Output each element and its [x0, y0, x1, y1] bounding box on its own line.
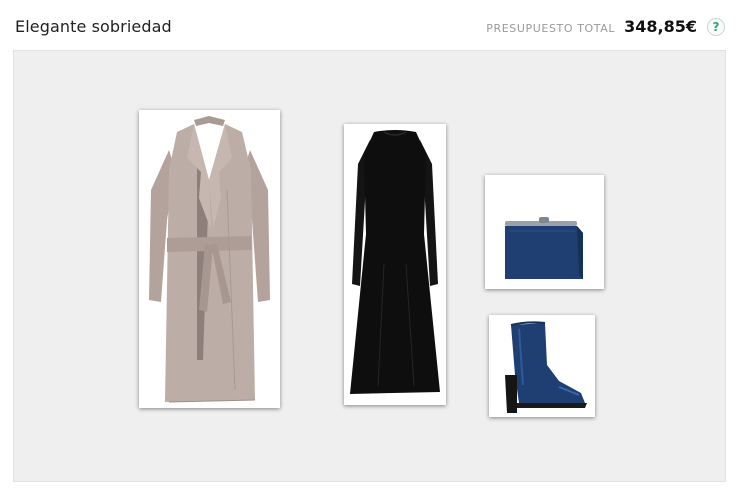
outfit-page: Elegante sobriedad PRESUPUESTO TOTAL 348…	[0, 0, 740, 500]
coat-image	[139, 110, 280, 408]
outfit-canvas	[13, 50, 726, 482]
help-icon[interactable]: ?	[707, 17, 725, 36]
item-card-coat[interactable]	[139, 110, 280, 408]
item-card-boot[interactable]	[489, 315, 595, 417]
clutch-image	[485, 175, 604, 289]
item-card-clutch[interactable]	[485, 175, 604, 289]
dress-image	[344, 124, 446, 405]
budget-label: PRESUPUESTO TOTAL	[486, 21, 616, 35]
budget-value: 348,85€	[624, 17, 697, 36]
boot-image	[489, 315, 595, 417]
outfit-title: Elegante sobriedad	[15, 17, 172, 36]
item-card-dress[interactable]	[344, 124, 446, 405]
budget-summary: PRESUPUESTO TOTAL 348,85€ ?	[486, 17, 725, 36]
